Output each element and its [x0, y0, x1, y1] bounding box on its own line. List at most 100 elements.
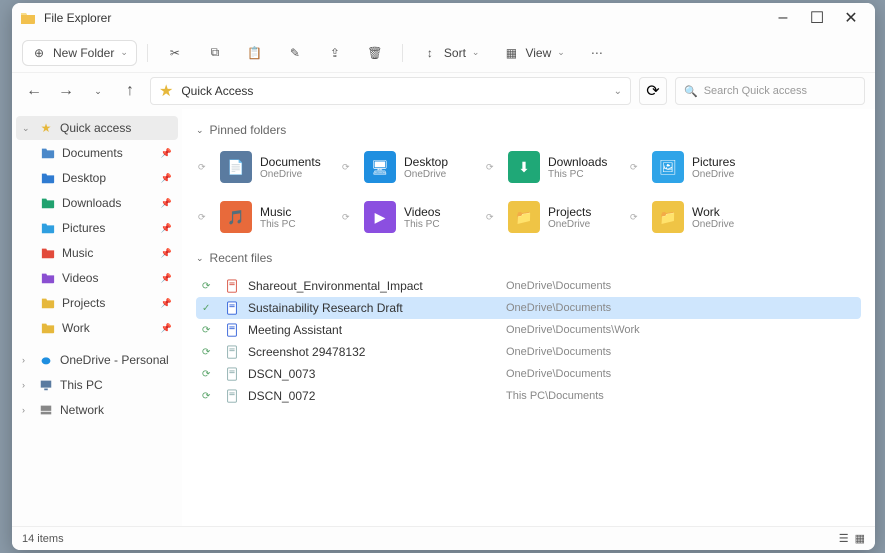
folder-icon: 🎵 — [220, 201, 252, 233]
folder-icon: 📁 — [508, 201, 540, 233]
share-icon: ⇪ — [327, 45, 343, 61]
pinned-folder-videos[interactable]: ⟳▶VideosThis PC — [340, 197, 470, 237]
more-icon: ⋯ — [589, 45, 605, 61]
rename-icon: ✎ — [287, 45, 303, 61]
copy-button[interactable]: ⧉ — [198, 40, 232, 66]
sync-status-icon: ⟳ — [202, 281, 216, 292]
delete-button[interactable]: 🗑 — [358, 40, 392, 66]
file-row[interactable]: ⟳Screenshot 29478132OneDrive\Documents — [196, 341, 861, 363]
paste-icon: 📋 — [247, 45, 263, 61]
pin-icon: 📌 — [161, 273, 172, 284]
pin-icon: 📌 — [161, 173, 172, 184]
pinned-folder-pictures[interactable]: ⟳🖼PicturesOneDrive — [628, 147, 758, 187]
toolbar: ⊕ New Folder ⌄ ✂ ⧉ 📋 ✎ ⇪ 🗑 ↕ Sort ⌄ ▦ Vi… — [12, 33, 875, 73]
pin-icon: ⟳ — [486, 162, 498, 173]
file-row[interactable]: ✓Sustainability Research DraftOneDrive\D… — [196, 297, 861, 319]
group-recent-header[interactable]: ⌄ Recent files — [196, 251, 861, 265]
sort-button[interactable]: ↕ Sort ⌄ — [413, 40, 489, 66]
group-pinned-header[interactable]: ⌄ Pinned folders — [196, 123, 861, 137]
pin-icon: ⟳ — [630, 162, 642, 173]
sidebar-item-projects[interactable]: Projects📌 — [34, 291, 178, 315]
pin-icon: 📌 — [161, 223, 172, 234]
address-bar-row: ← → ⌄ ↑ ★ Quick Access ⌄ ⟳ 🔍 Search Quic… — [12, 73, 875, 109]
file-row[interactable]: ⟳DSCN_0072This PC\Documents — [196, 385, 861, 407]
cut-button[interactable]: ✂ — [158, 40, 192, 66]
sort-icon: ↕ — [422, 45, 438, 61]
file-row[interactable]: ⟳Shareout_Environmental_ImpactOneDrive\D… — [196, 275, 861, 297]
search-icon: 🔍 — [684, 85, 698, 98]
address-bar[interactable]: ★ Quick Access ⌄ — [150, 77, 631, 105]
content-pane: ⌄ Pinned folders ⟳📄DocumentsOneDrive ⟳🖥De… — [182, 109, 875, 526]
more-button[interactable]: ⋯ — [580, 40, 614, 66]
folder-icon: ▶ — [364, 201, 396, 233]
address-text: Quick Access — [181, 84, 253, 98]
sidebar-item-downloads[interactable]: Downloads📌 — [34, 191, 178, 215]
sidebar-item-quick-access[interactable]: ⌄ ★ Quick access — [16, 116, 178, 140]
pin-icon: 📌 — [161, 248, 172, 259]
sidebar-item-onedrive-personal[interactable]: ›OneDrive - Personal — [16, 348, 178, 372]
maximize-button[interactable]: ☐ — [801, 6, 833, 30]
file-icon — [224, 367, 240, 381]
chevron-down-icon: ⌄ — [472, 47, 480, 58]
refresh-button[interactable]: ⟳ — [639, 77, 667, 105]
pinned-folder-work[interactable]: ⟳📁WorkOneDrive — [628, 197, 758, 237]
chevron-down-icon: ⌄ — [614, 86, 622, 97]
drive-icon — [38, 377, 54, 393]
file-icon — [224, 279, 240, 293]
pin-icon: ⟳ — [198, 212, 210, 223]
share-button[interactable]: ⇪ — [318, 40, 352, 66]
folder-icon — [40, 295, 56, 311]
minimize-button[interactable]: – — [767, 6, 799, 30]
explorer-icon — [20, 10, 36, 26]
folder-icon — [40, 320, 56, 336]
sidebar-item-desktop[interactable]: Desktop📌 — [34, 166, 178, 190]
folder-icon — [40, 270, 56, 286]
details-view-button[interactable]: ☰ — [839, 532, 849, 545]
sync-status-icon: ⟳ — [202, 391, 216, 402]
forward-button[interactable]: → — [54, 79, 78, 103]
pinned-folder-downloads[interactable]: ⟳⬇DownloadsThis PC — [484, 147, 614, 187]
file-row[interactable]: ⟳Meeting AssistantOneDrive\Documents\Wor… — [196, 319, 861, 341]
sidebar-item-this-pc[interactable]: ›This PC — [16, 373, 178, 397]
search-input[interactable]: 🔍 Search Quick access — [675, 77, 865, 105]
pin-icon: 📌 — [161, 298, 172, 309]
pinned-folder-music[interactable]: ⟳🎵MusicThis PC — [196, 197, 326, 237]
window-title: File Explorer — [44, 11, 111, 25]
plus-icon: ⊕ — [31, 45, 47, 61]
sidebar-item-work[interactable]: Work📌 — [34, 316, 178, 340]
close-button[interactable]: ✕ — [835, 6, 867, 30]
back-button[interactable]: ← — [22, 79, 46, 103]
pin-icon: ⟳ — [486, 212, 498, 223]
file-icon — [224, 301, 240, 315]
chevron-down-icon: ⌄ — [120, 47, 128, 58]
file-row[interactable]: ⟳DSCN_0073OneDrive\Documents — [196, 363, 861, 385]
pinned-folder-documents[interactable]: ⟳📄DocumentsOneDrive — [196, 147, 326, 187]
file-icon — [224, 345, 240, 359]
pin-icon: ⟳ — [342, 162, 354, 173]
thumbnails-view-button[interactable]: ▦ — [855, 532, 865, 545]
folder-icon — [40, 170, 56, 186]
chevron-down-icon: ⌄ — [196, 253, 204, 264]
paste-button[interactable]: 📋 — [238, 40, 272, 66]
recent-dropdown[interactable]: ⌄ — [86, 79, 110, 103]
rename-button[interactable]: ✎ — [278, 40, 312, 66]
sidebar-item-music[interactable]: Music📌 — [34, 241, 178, 265]
pin-icon: ⟳ — [630, 212, 642, 223]
sidebar-item-videos[interactable]: Videos📌 — [34, 266, 178, 290]
up-button[interactable]: ↑ — [118, 79, 142, 103]
sidebar: ⌄ ★ Quick access Documents📌Desktop📌Downl… — [12, 109, 182, 526]
pinned-folder-desktop[interactable]: ⟳🖥DesktopOneDrive — [340, 147, 470, 187]
pin-icon: 📌 — [161, 148, 172, 159]
pin-icon: 📌 — [161, 198, 172, 209]
folder-icon: 📄 — [220, 151, 252, 183]
sync-status-icon: ✓ — [202, 303, 216, 314]
new-folder-button[interactable]: ⊕ New Folder ⌄ — [22, 40, 137, 66]
sidebar-item-network[interactable]: ›Network — [16, 398, 178, 422]
view-button[interactable]: ▦ View ⌄ — [494, 40, 573, 66]
folder-icon: 📁 — [652, 201, 684, 233]
titlebar: File Explorer – ☐ ✕ — [12, 3, 875, 33]
sidebar-item-documents[interactable]: Documents📌 — [34, 141, 178, 165]
sidebar-item-pictures[interactable]: Pictures📌 — [34, 216, 178, 240]
status-bar: 14 items ☰ ▦ — [12, 526, 875, 550]
pinned-folder-projects[interactable]: ⟳📁ProjectsOneDrive — [484, 197, 614, 237]
